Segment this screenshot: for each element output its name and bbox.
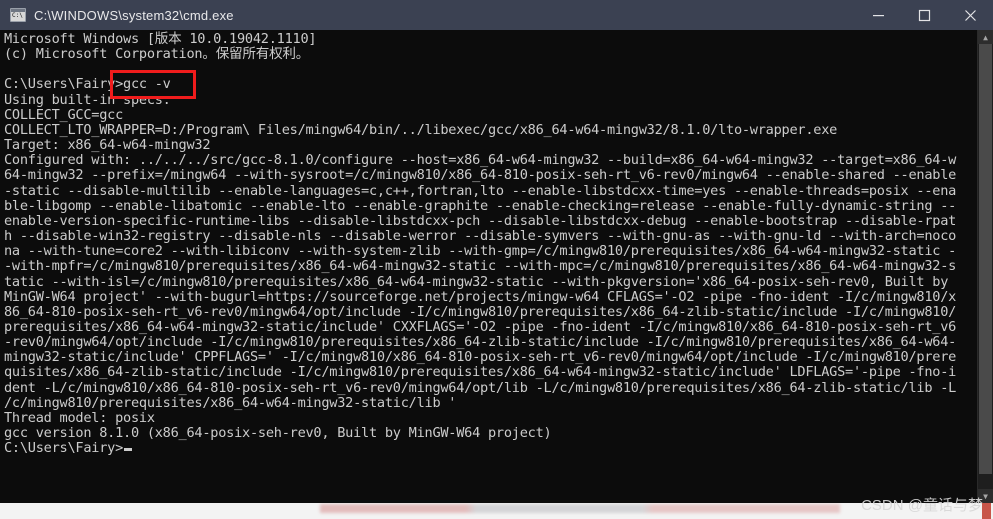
screenshot-root: C:\WINDOWS\system32\cmd.exe (0, 0, 993, 519)
blurred-background-text (320, 504, 840, 513)
console-output-text: Microsoft Windows [版本 10.0.19042.1110] (… (4, 31, 957, 442)
csdn-watermark: CSDN @童话与梦 (861, 497, 983, 514)
console-prompt-line: C:\Users\Fairy> (4, 441, 977, 456)
cmd-console-icon (10, 8, 26, 22)
scrollbar-thumb[interactable] (979, 44, 992, 474)
console-area: Microsoft Windows [版本 10.0.19042.1110] (… (0, 30, 993, 503)
prompt-text: C:\Users\Fairy> (4, 440, 124, 457)
console-output-pane[interactable]: Microsoft Windows [版本 10.0.19042.1110] (… (0, 30, 977, 503)
window-titlebar[interactable]: C:\WINDOWS\system32\cmd.exe (0, 0, 993, 30)
watermark-red-mark (982, 503, 991, 519)
window-title: C:\WINDOWS\system32\cmd.exe (34, 7, 234, 23)
text-cursor (124, 448, 133, 452)
scroll-up-arrow-icon[interactable]: ▲ (978, 30, 993, 44)
maximize-button[interactable] (901, 0, 947, 30)
titlebar-left: C:\WINDOWS\system32\cmd.exe (0, 8, 855, 23)
window-controls (855, 0, 993, 30)
minimize-button[interactable] (855, 0, 901, 30)
console-scrollbar[interactable]: ▲ ▼ (977, 30, 993, 503)
cmd-window: C:\WINDOWS\system32\cmd.exe (0, 0, 993, 503)
backdrop-bottom-strip (0, 501, 993, 519)
close-button[interactable] (947, 0, 993, 30)
